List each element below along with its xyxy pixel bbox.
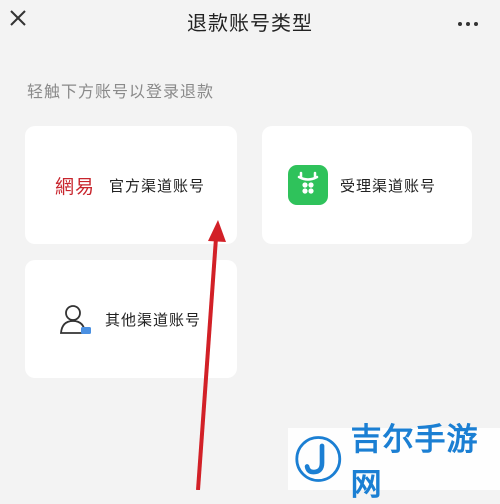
page-title: 退款账号类型 (187, 11, 313, 35)
j-logo-icon (295, 436, 342, 482)
account-card-accepted[interactable]: 受理渠道账号 (262, 126, 472, 244)
more-button[interactable] (448, 10, 488, 30)
card-label-accepted: 受理渠道账号 (340, 176, 437, 195)
green-app-icon (288, 165, 328, 205)
hint-text: 轻触下方账号以登录退款 (27, 82, 215, 101)
top-bar: 退款账号类型 (0, 0, 500, 46)
netease-logo: 網易 (55, 175, 96, 198)
person-account-icon (60, 305, 91, 334)
card-label-official: 官方渠道账号 (109, 176, 206, 195)
more-horizontal-icon (456, 11, 480, 30)
watermark: 吉尔手游网 (288, 422, 500, 503)
account-card-official[interactable]: 網易 官方渠道账号 (25, 126, 237, 244)
card-label-other: 其他渠道账号 (105, 310, 202, 329)
watermark-text: 吉尔手游网 (350, 422, 479, 503)
account-card-other[interactable]: 其他渠道账号 (25, 260, 237, 378)
